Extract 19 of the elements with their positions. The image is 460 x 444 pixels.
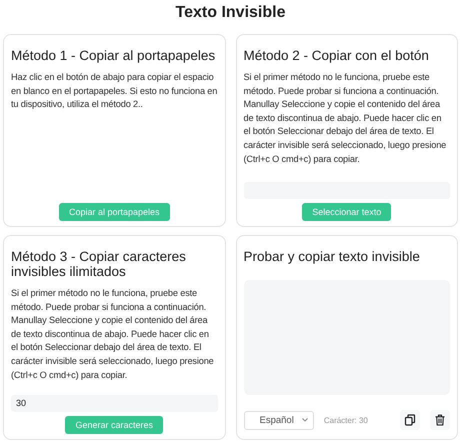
card-description: Haz clic en el botón de abajo para copiar el espacio en blanco en el portapapeles. Si esto no funciona en tu dispositivo, utiliza el método 2.. (11, 71, 218, 112)
action-button[interactable]: Copiar al portapapeles (58, 203, 170, 221)
page-title: Texto Invisible (174, 3, 286, 23)
card-title: Método 2 - Copiar con el botón (244, 48, 430, 63)
copy-button[interactable] (400, 410, 420, 430)
caret-icon (302, 418, 308, 422)
card-description: Si el primer método no le funciona, pruebe este método. Puede probar si funciona a continuación. Manullay Seleccione y copie el contenido del área de texto discontinua de abajo. Puede hacer clic en el botón Seleccionar debajo del área de texto. El carácter invisible será seleccionado, luego presione (Ctrl+c O cmd+c) para copiar. (244, 71, 448, 166)
language-dropdown[interactable]: Español (244, 410, 314, 430)
input-field[interactable]: 30 (11, 395, 218, 412)
copy-icon (404, 414, 416, 426)
card-title: Método 1 - Copiar al portapapeles (11, 48, 216, 63)
card-description: Si el primer método no le funciona, pruebe este método. Puede probar si funciona a continuación. Manullay Seleccione y copie el contenido del área de texto discontinua de abajo. Puede hacer clic en el botón Seleccionar debajo del área de texto. El carácter invisible será seleccionado, luego presione (Ctrl+c O cmd+c) para copiar. (11, 287, 215, 382)
character-count: Carácter: 30 (324, 416, 369, 424)
action-button[interactable]: Generar caracteres (65, 416, 164, 434)
card-title: Probar y copiar texto invisible (244, 249, 421, 264)
action-button[interactable]: Seleccionar texto (302, 203, 392, 221)
trash-icon (434, 414, 446, 426)
card-title: Método 3 - Copiar caracteres invisibles ilimitados (11, 249, 187, 279)
delete-button[interactable] (430, 410, 450, 430)
